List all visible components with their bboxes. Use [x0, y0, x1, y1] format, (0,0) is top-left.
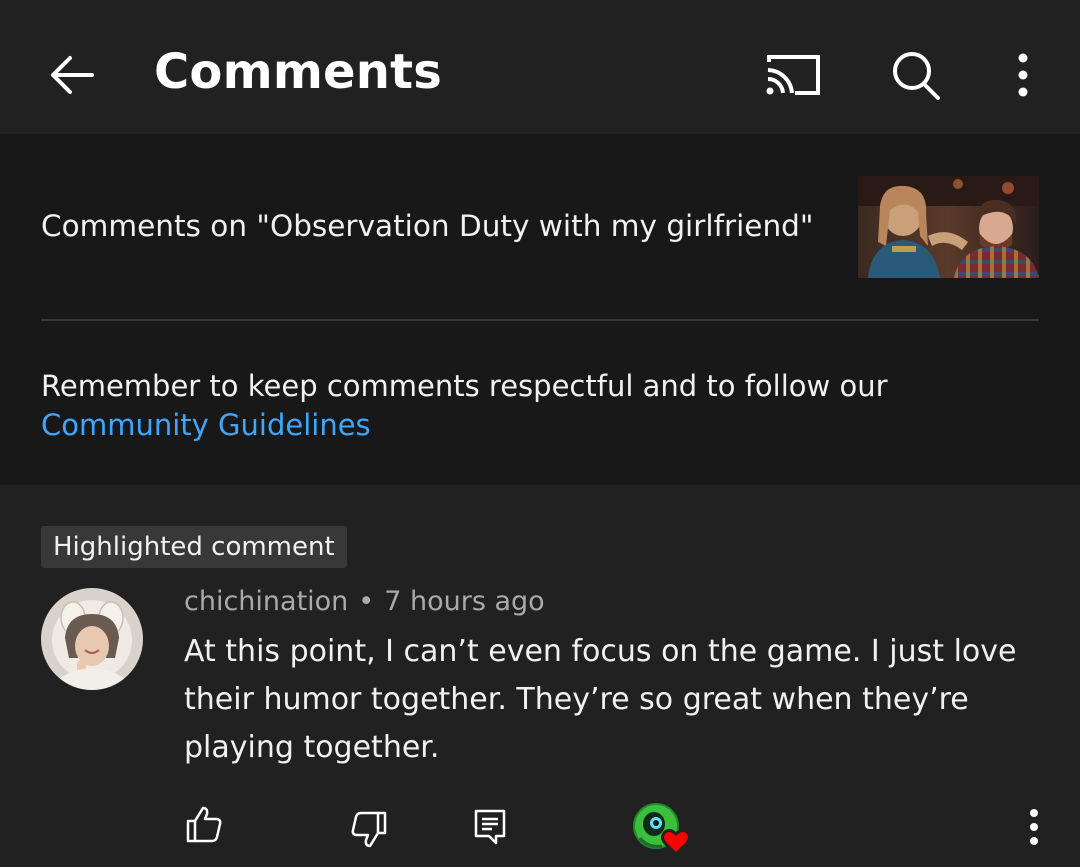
community-guidelines-link[interactable]: Community Guidelines [41, 406, 1041, 445]
back-arrow-icon[interactable] [44, 47, 100, 103]
comment-author[interactable]: chichination [184, 586, 348, 617]
app-bar: Comments [0, 0, 1080, 134]
comments-info-panel: Comments on "Observation Duty with my gi… [0, 134, 1080, 485]
meta-separator: • [358, 586, 375, 617]
search-icon[interactable] [886, 46, 946, 106]
cast-icon[interactable] [762, 48, 824, 104]
comment-meta: chichination • 7 hours ago [184, 586, 545, 617]
page-title: Comments [154, 44, 443, 100]
more-vert-icon[interactable] [1003, 50, 1043, 100]
community-guidelines-notice: Remember to keep comments respectful and… [41, 367, 1041, 445]
video-thumbnail[interactable] [858, 176, 1039, 278]
guideline-text: Remember to keep comments respectful and… [41, 369, 888, 403]
comment-text: At this point, I can’t even focus on the… [184, 634, 1017, 765]
like-icon[interactable] [184, 804, 224, 844]
divider [41, 319, 1039, 321]
avatar[interactable] [41, 588, 143, 690]
reply-icon[interactable] [470, 806, 510, 846]
comment-time: 7 hours ago [384, 586, 545, 617]
creator-heart-icon[interactable] [632, 802, 694, 860]
comment-more-vert-icon[interactable] [1016, 806, 1052, 850]
highlighted-comment-badge: Highlighted comment [41, 526, 347, 568]
dislike-icon[interactable] [349, 810, 389, 850]
video-comments-title: Comments on "Observation Duty with my gi… [41, 209, 814, 243]
